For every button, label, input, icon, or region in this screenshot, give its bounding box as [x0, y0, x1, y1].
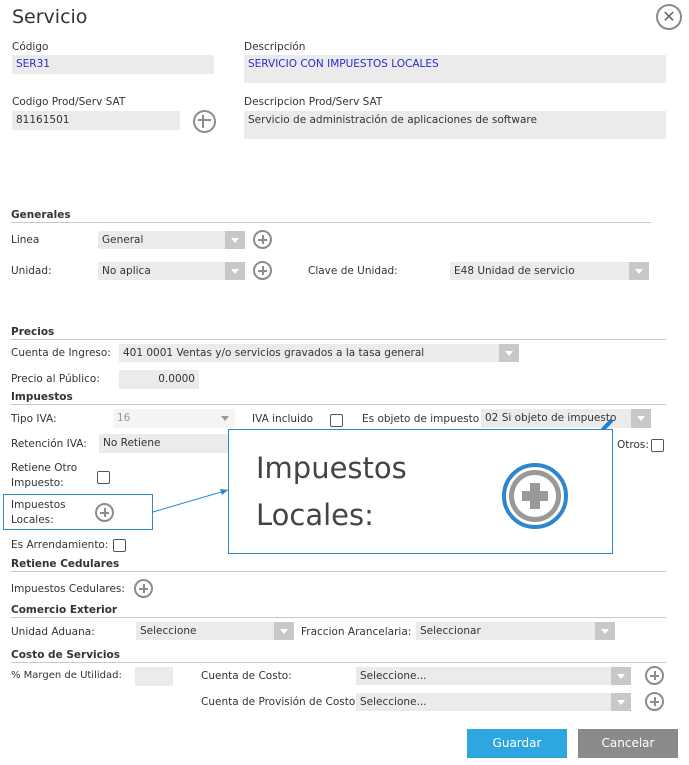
chevron-down-icon	[611, 667, 631, 685]
zoom-label-line1: Impuestos	[256, 451, 407, 485]
cuenta-provision-label: Cuenta de Provisión de Costo:	[201, 696, 359, 708]
callout-connector-arrowhead	[220, 489, 228, 495]
zoom-callout: Impuestos Locales:	[228, 429, 613, 554]
impuestos-cedulares-label: Impuestos Cedulares:	[11, 583, 125, 595]
cuenta-costo-value: Seleccione...	[360, 670, 427, 682]
comercio-exterior-divider	[11, 617, 666, 618]
comercio-exterior-heading: Comercio Exterior	[11, 604, 118, 616]
fraccion-value: Seleccionar	[420, 625, 481, 637]
zoom-label-line2: Locales:	[256, 498, 374, 532]
margen-field[interactable]	[135, 667, 173, 686]
costo-servicios-heading: Costo de Servicios	[11, 649, 120, 661]
add-cuenta-provision-button[interactable]	[645, 692, 664, 711]
cuenta-provision-select[interactable]: Seleccione...	[356, 693, 631, 711]
chevron-down-icon	[274, 622, 294, 640]
add-cuenta-costo-button[interactable]	[645, 666, 664, 685]
cuenta-costo-label: Cuenta de Costo:	[201, 670, 292, 682]
cuenta-costo-select[interactable]: Seleccione...	[356, 667, 631, 685]
zoomed-plus-icon	[502, 463, 568, 529]
unidad-aduana-value: Seleccione	[140, 625, 197, 637]
cuenta-provision-value: Seleccione...	[360, 696, 427, 708]
callout-connector-line	[152, 489, 229, 513]
fraccion-select[interactable]: Seleccionar	[416, 622, 615, 640]
guardar-button[interactable]: Guardar	[467, 729, 567, 758]
chevron-down-icon	[595, 622, 615, 640]
unidad-aduana-select[interactable]: Seleccione	[136, 622, 294, 640]
fraccion-label: Fraccion Arancelaria:	[301, 626, 412, 638]
chevron-down-icon	[611, 693, 631, 711]
retiene-cedulares-heading: Retiene Cedulares	[11, 558, 120, 570]
costo-servicios-divider	[11, 662, 666, 663]
add-impuestos-cedulares-button[interactable]	[134, 579, 153, 598]
cancelar-button[interactable]: Cancelar	[578, 729, 678, 758]
retiene-cedulares-divider	[11, 571, 666, 572]
margen-label: % Margen de Utilidad:	[11, 670, 122, 681]
unidad-aduana-label: Unidad Aduana:	[11, 626, 95, 638]
